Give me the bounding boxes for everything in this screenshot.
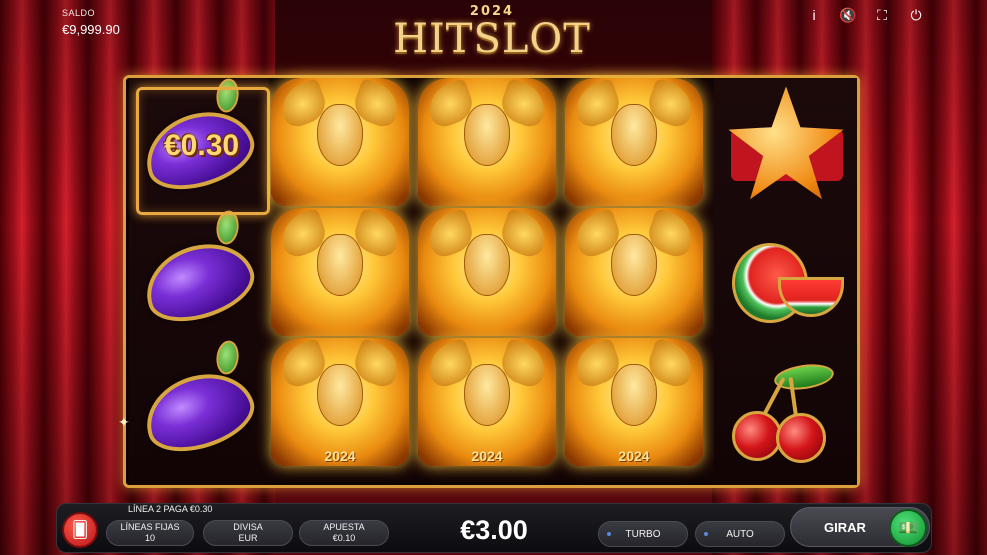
symbol-joker [271, 77, 409, 206]
reel-2: 2024 [271, 77, 411, 485]
paytable-cards-icon[interactable]: 🂠 [62, 512, 98, 548]
game-logo: 2024 HITSLOT [392, 4, 592, 62]
symbol-joker: 2024 [271, 337, 409, 466]
balance-display: SALDO €9,999.90 [62, 8, 120, 37]
reel-3: 2024 [418, 77, 558, 485]
symbol-joker [271, 207, 409, 336]
symbol-plum [129, 209, 269, 346]
watermelon-icon [726, 237, 846, 327]
money-spin-icon[interactable]: 💵 [889, 509, 927, 547]
symbol-watermelon [716, 218, 856, 346]
win-amount-label: €0.30 [164, 129, 240, 162]
balance-label: SALDO [62, 8, 96, 18]
currency-label: DIVISA [233, 522, 263, 532]
cherries-icon [726, 359, 846, 469]
turbo-label: TURBO [625, 528, 661, 540]
symbol-joker [418, 77, 556, 206]
autoplay-button[interactable]: AUTO [695, 521, 785, 547]
info-icon[interactable]: i [797, 6, 831, 24]
top-toolbar: i 🔇 ⛶ ⏻ [797, 6, 933, 24]
symbol-joker [418, 207, 556, 336]
turbo-toggle[interactable]: TURBO [598, 521, 688, 547]
fixed-lines-label: LÍNEAS FIJAS [120, 522, 180, 532]
fixed-lines-display: LÍNEAS FIJAS 10 [106, 520, 194, 546]
symbol-plum [129, 339, 269, 476]
symbol-joker [565, 207, 703, 336]
bet-selector[interactable]: APUESTA €0.10 [299, 520, 389, 546]
joker-year-label: 2024 [618, 448, 650, 464]
sparkle-icon: ✦ [118, 414, 130, 430]
symbol-joker [565, 77, 703, 206]
reel-5 [714, 78, 857, 485]
turbo-indicator-icon [607, 532, 611, 536]
currency-display: DIVISA EUR [203, 520, 293, 546]
reel-4: 2024 [565, 77, 705, 485]
total-bet-display: €3.00 [460, 515, 528, 545]
currency-value: EUR [238, 533, 258, 543]
fullscreen-icon[interactable]: ⛶ [865, 6, 899, 24]
reel-frame: €0.30 2024 2024 2024 [123, 75, 860, 488]
logo-title: HITSLOT [393, 16, 591, 62]
symbol-joker: 2024 [565, 337, 703, 466]
bet-label: APUESTA [323, 522, 365, 532]
sound-muted-icon[interactable]: 🔇 [831, 6, 865, 24]
auto-label: AUTO [726, 528, 754, 540]
payline-info: LÍNEA 2 PAGA €0.30 [128, 504, 213, 514]
spin-label[interactable]: GIRAR [824, 520, 866, 535]
power-icon[interactable]: ⏻ [899, 6, 933, 24]
joker-year-label: 2024 [471, 448, 503, 464]
symbol-star [716, 80, 856, 208]
auto-indicator-icon [704, 532, 708, 536]
joker-year-label: 2024 [324, 448, 356, 464]
fixed-lines-value: 10 [144, 533, 155, 543]
symbol-joker: 2024 [418, 337, 556, 466]
bet-value: €0.10 [332, 533, 356, 543]
balance-value: €9,999.90 [62, 22, 120, 37]
symbol-cherries [716, 350, 856, 478]
